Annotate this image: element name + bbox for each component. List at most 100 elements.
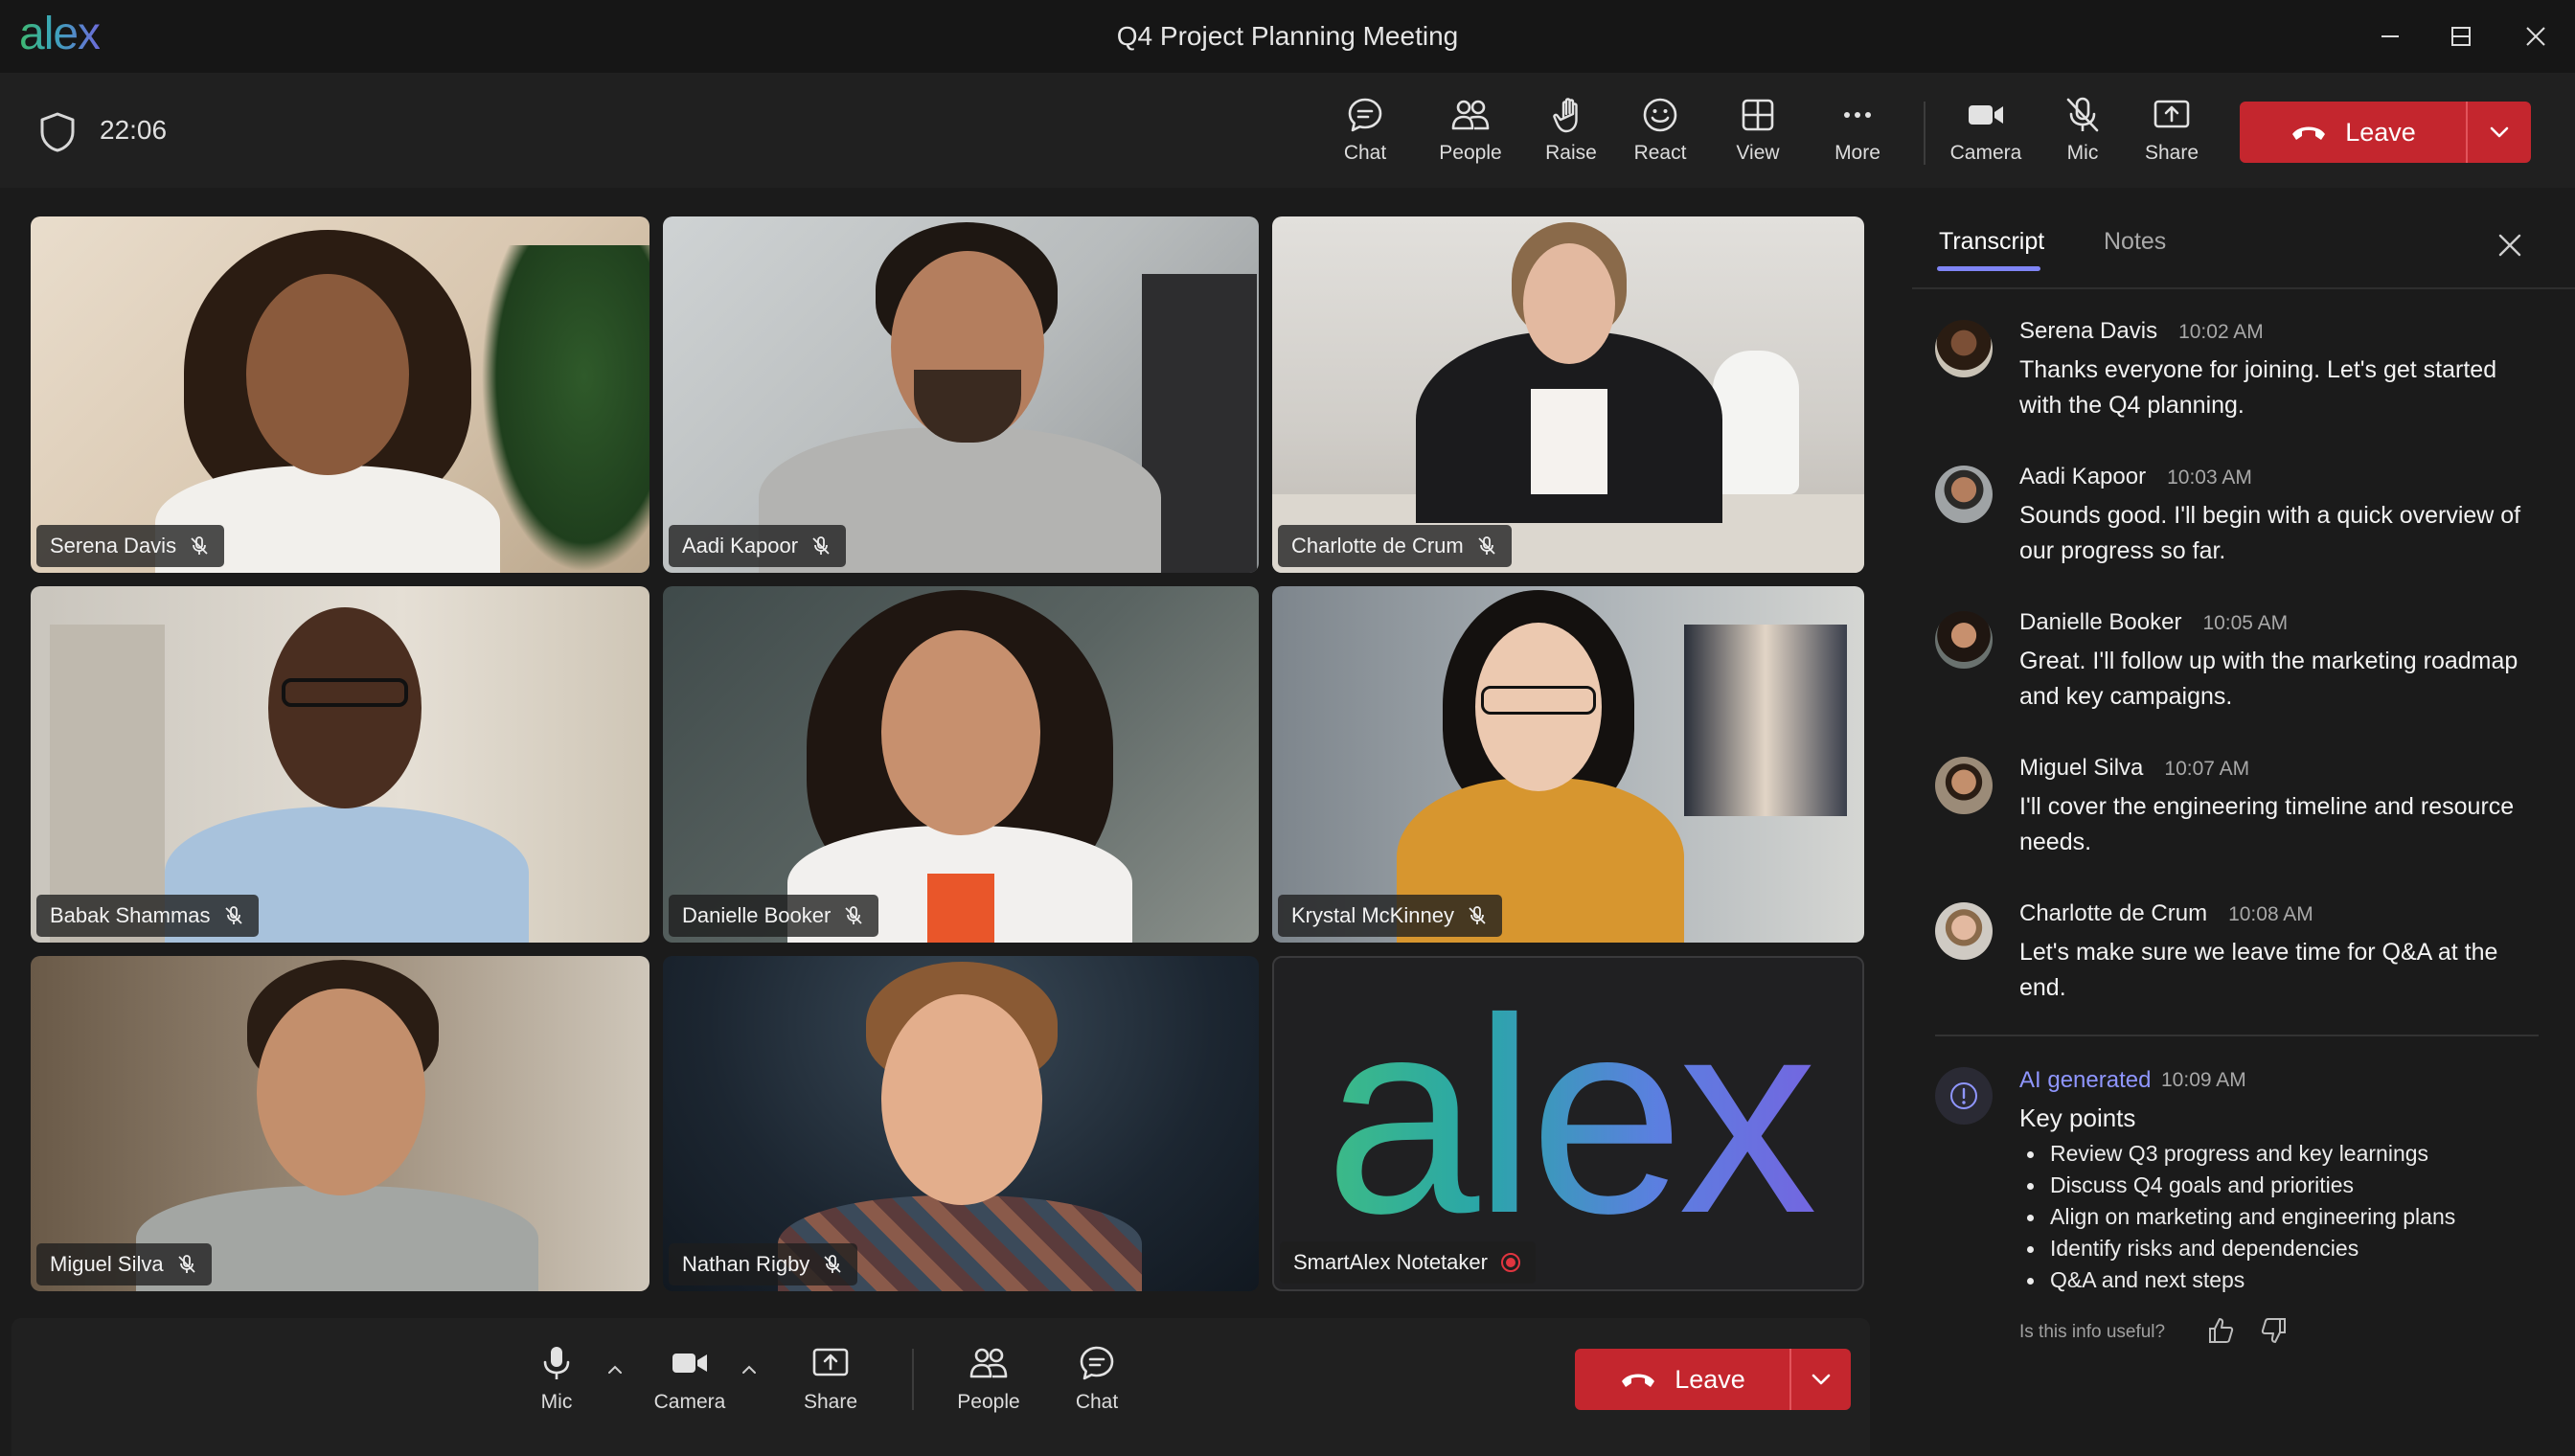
entry-header: Serena Davis 10:02 AM <box>2019 318 2264 345</box>
key-points-list: Review Q3 progress and key learnings Dis… <box>2019 1138 2455 1296</box>
mic-options-chevron-up-icon[interactable] <box>604 1358 627 1381</box>
toolbar-view-button[interactable]: View <box>1710 94 1806 174</box>
ai-generated-label: AI generated <box>2019 1067 2152 1093</box>
entry-header: Miguel Silva 10:07 AM <box>2019 755 2249 782</box>
participant-nametag: SmartAlex Notetaker <box>1280 1241 1536 1284</box>
participant-video <box>663 956 1259 1291</box>
toolbar-raise-button[interactable]: Raise <box>1523 94 1619 174</box>
toolbar-more-button[interactable]: More <box>1810 94 1905 174</box>
entry-text: Sounds good. I'll begin with a quick ove… <box>2019 502 2521 564</box>
more-icon <box>1844 112 1871 118</box>
toolbar-chat-label: Chat <box>1343 142 1387 164</box>
entry-time: 10:05 AM <box>2202 612 2289 634</box>
participant-video <box>31 956 649 1291</box>
toolbar-share-button[interactable]: Share <box>2124 94 2220 174</box>
toolbar-chat-button[interactable]: Chat <box>1317 94 1413 174</box>
bottom-camera-button[interactable]: Camera <box>644 1343 736 1435</box>
bottom-divider <box>912 1349 914 1410</box>
share-icon <box>2153 100 2190 128</box>
toolbar-camera-button[interactable]: Camera <box>1938 94 2034 174</box>
participant-video <box>31 216 649 573</box>
bottom-leave-split-button: Leave <box>1575 1349 1851 1410</box>
hang-up-icon <box>1622 1374 1655 1387</box>
entry-header: Charlotte de Crum 10:08 AM <box>2019 900 2313 927</box>
speaker-name: Serena Davis <box>2019 318 2158 344</box>
bottom-camera-label: Camera <box>653 1391 726 1413</box>
camera-options-chevron-up-icon[interactable] <box>738 1358 761 1381</box>
thumbs-down-icon[interactable] <box>2257 1314 2290 1347</box>
view-grid-icon <box>1742 99 1774 131</box>
speaker-name: Miguel Silva <box>2019 755 2144 781</box>
close-panel-icon[interactable] <box>2493 228 2527 262</box>
entry-header: Danielle Booker 10:05 AM <box>2019 609 2288 636</box>
toolbar-mic-label: Mic <box>2066 142 2099 164</box>
video-tile-charlotte-de-crum[interactable]: Charlotte de Crum <box>1272 216 1864 573</box>
toolbar-people-button[interactable]: People <box>1423 94 1518 174</box>
toolbar-mic-button[interactable]: Mic <box>2035 94 2131 174</box>
camera-icon <box>1969 105 2003 125</box>
entry-text: Let's make sure we leave time for Q&A at… <box>2019 939 2498 1001</box>
meeting-timer: 22:06 <box>100 115 168 145</box>
close-window-button[interactable] <box>2502 13 2569 59</box>
participant-video <box>663 586 1259 943</box>
entry-text: Great. I'll follow up with the marketing… <box>2019 648 2518 710</box>
participant-nametag: Miguel Silva <box>36 1243 212 1285</box>
leave-button[interactable]: Leave <box>2240 102 2468 163</box>
share-icon <box>812 1348 849 1376</box>
bottom-people-button[interactable]: People <box>943 1343 1035 1435</box>
video-tile-smartalex-notetaker[interactable]: alex SmartAlex Notetaker <box>1272 956 1864 1291</box>
tab-transcript[interactable]: Transcript <box>1939 228 2044 256</box>
leave-label: Leave <box>2345 117 2416 147</box>
participant-nametag: Nathan Rigby <box>669 1243 858 1285</box>
participant-name: Nathan Rigby <box>682 1252 810 1276</box>
shield-icon[interactable] <box>38 111 77 153</box>
avatar <box>1935 757 1993 814</box>
mic-muted-icon <box>824 1255 841 1273</box>
leave-options-button[interactable] <box>2468 102 2531 163</box>
bottom-mic-button[interactable]: Mic <box>511 1343 603 1435</box>
entry-header: Aadi Kapoor 10:03 AM <box>2019 464 2252 490</box>
video-tile-serena-davis[interactable]: Serena Davis <box>31 216 649 573</box>
participant-name: SmartAlex Notetaker <box>1293 1250 1488 1274</box>
bottom-leave-label: Leave <box>1675 1364 1745 1394</box>
avatar <box>1935 466 1993 523</box>
maximize-window-button[interactable] <box>2427 13 2495 59</box>
bottom-leave-button[interactable]: Leave <box>1575 1349 1791 1410</box>
hang-up-icon <box>2292 126 2326 140</box>
entry-time: 10:03 AM <box>2167 466 2252 489</box>
camera-icon <box>672 1354 707 1373</box>
participant-name: Danielle Booker <box>682 903 832 927</box>
toolbar-react-button[interactable]: React <box>1612 94 1708 174</box>
entry-text: I'll cover the engineering timeline and … <box>2019 793 2515 855</box>
bottom-share-button[interactable]: Share <box>785 1343 877 1435</box>
thumbs-up-icon[interactable] <box>2205 1314 2238 1347</box>
mic-muted-icon <box>812 536 830 555</box>
minimize-window-button[interactable] <box>2357 13 2424 59</box>
transcript-entry: Aadi Kapoor 10:03 AM Sounds good. I'll b… <box>1935 464 2529 579</box>
transcript-entry: Serena Davis 10:02 AM Thanks everyone fo… <box>1935 318 2529 433</box>
participant-nametag: Aadi Kapoor <box>669 525 847 567</box>
toolbar-share-label: Share <box>2144 142 2199 164</box>
video-tile-danielle-booker[interactable]: Danielle Booker <box>663 586 1259 943</box>
video-tile-aadi-kapoor[interactable]: Aadi Kapoor <box>663 216 1259 573</box>
active-tab-indicator <box>1937 266 2040 271</box>
key-point: Align on marketing and engineering plans <box>2019 1201 2455 1233</box>
bottom-chat-button[interactable]: Chat <box>1051 1343 1143 1435</box>
toolbar-camera-label: Camera <box>1949 142 2022 164</box>
react-smiley-icon <box>1643 98 1677 132</box>
video-tile-nathan-rigby[interactable]: Nathan Rigby <box>663 956 1259 1291</box>
ai-section-divider <box>1935 1035 2539 1036</box>
window-title: Q4 Project Planning Meeting <box>1116 21 1459 51</box>
video-tile-miguel-silva[interactable]: Miguel Silva <box>31 956 649 1291</box>
video-tile-babak-shammas[interactable]: Babak Shammas <box>31 586 649 943</box>
bottom-control-bar: Mic Camera Share People Chat Leave <box>11 1318 1870 1456</box>
bottom-leave-options-button[interactable] <box>1791 1349 1851 1410</box>
video-tile-krystal-mckinney[interactable]: Krystal McKinney <box>1272 586 1864 943</box>
bottom-mic-label: Mic <box>540 1391 573 1413</box>
participant-name: Serena Davis <box>50 534 177 557</box>
tab-notes[interactable]: Notes <box>2104 228 2166 256</box>
mic-muted-icon <box>224 906 242 924</box>
participant-name: Krystal McKinney <box>1291 903 1454 927</box>
toolbar-raise-label: Raise <box>1545 142 1597 164</box>
mic-muted-icon <box>845 906 862 924</box>
